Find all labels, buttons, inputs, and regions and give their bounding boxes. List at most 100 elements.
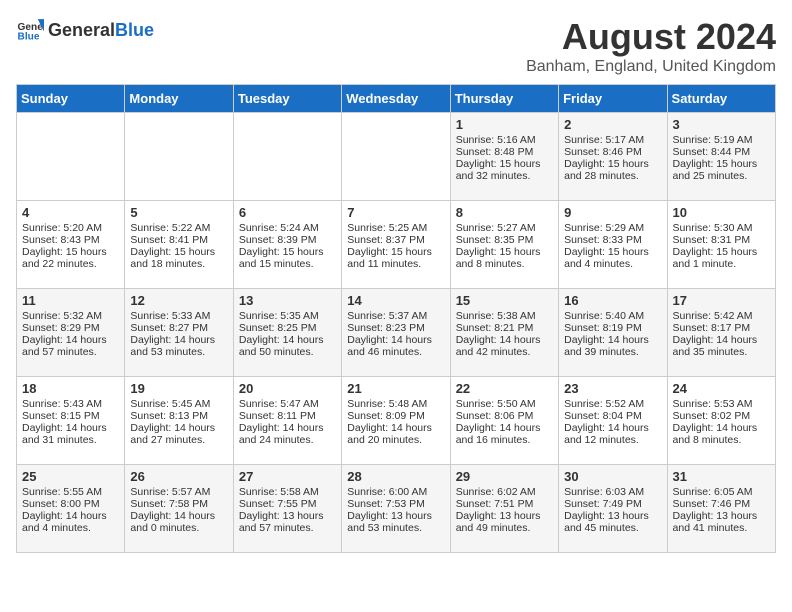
cell-content: Daylight: 15 hours [673, 158, 770, 170]
cell-content: Sunset: 8:41 PM [130, 234, 227, 246]
calendar-cell: 27Sunrise: 5:58 AMSunset: 7:55 PMDayligh… [233, 465, 341, 553]
cell-content: Sunrise: 5:53 AM [673, 398, 770, 410]
calendar-cell: 19Sunrise: 5:45 AMSunset: 8:13 PMDayligh… [125, 377, 233, 465]
cell-content: and 57 minutes. [22, 346, 119, 358]
day-number: 5 [130, 205, 227, 220]
cell-content: Sunset: 7:49 PM [564, 498, 661, 510]
cell-content: Daylight: 15 hours [130, 246, 227, 258]
cell-content: Sunset: 8:17 PM [673, 322, 770, 334]
day-number: 8 [456, 205, 553, 220]
cell-content: Sunset: 8:33 PM [564, 234, 661, 246]
cell-content: Sunset: 8:27 PM [130, 322, 227, 334]
calendar-table: SundayMondayTuesdayWednesdayThursdayFrid… [16, 84, 776, 553]
week-row-0: 1Sunrise: 5:16 AMSunset: 8:48 PMDaylight… [17, 113, 776, 201]
col-header-sunday: Sunday [17, 85, 125, 113]
cell-content: and 57 minutes. [239, 522, 336, 534]
cell-content: Sunrise: 5:38 AM [456, 310, 553, 322]
day-number: 1 [456, 117, 553, 132]
day-number: 25 [22, 469, 119, 484]
cell-content: Sunrise: 6:02 AM [456, 486, 553, 498]
cell-content: Daylight: 14 hours [130, 334, 227, 346]
cell-content: Daylight: 15 hours [456, 246, 553, 258]
day-number: 20 [239, 381, 336, 396]
cell-content: and 50 minutes. [239, 346, 336, 358]
cell-content: Sunset: 8:09 PM [347, 410, 444, 422]
logo: General Blue GeneralBlue [16, 16, 154, 44]
logo-icon: General Blue [16, 16, 44, 44]
calendar-cell: 16Sunrise: 5:40 AMSunset: 8:19 PMDayligh… [559, 289, 667, 377]
col-header-friday: Friday [559, 85, 667, 113]
day-number: 6 [239, 205, 336, 220]
cell-content: Daylight: 14 hours [22, 422, 119, 434]
cell-content: Daylight: 14 hours [22, 334, 119, 346]
calendar-cell: 4Sunrise: 5:20 AMSunset: 8:43 PMDaylight… [17, 201, 125, 289]
cell-content: Daylight: 15 hours [22, 246, 119, 258]
cell-content: and 11 minutes. [347, 258, 444, 270]
day-number: 11 [22, 293, 119, 308]
cell-content: and 53 minutes. [130, 346, 227, 358]
calendar-cell: 29Sunrise: 6:02 AMSunset: 7:51 PMDayligh… [450, 465, 558, 553]
cell-content: Daylight: 15 hours [564, 158, 661, 170]
cell-content: Daylight: 15 hours [564, 246, 661, 258]
cell-content: Sunset: 8:23 PM [347, 322, 444, 334]
calendar-cell: 26Sunrise: 5:57 AMSunset: 7:58 PMDayligh… [125, 465, 233, 553]
col-header-monday: Monday [125, 85, 233, 113]
cell-content: Daylight: 14 hours [564, 422, 661, 434]
day-number: 26 [130, 469, 227, 484]
day-number: 13 [239, 293, 336, 308]
cell-content: and 32 minutes. [456, 170, 553, 182]
cell-content: Sunrise: 5:43 AM [22, 398, 119, 410]
calendar-header-row: SundayMondayTuesdayWednesdayThursdayFrid… [17, 85, 776, 113]
cell-content: and 18 minutes. [130, 258, 227, 270]
week-row-1: 4Sunrise: 5:20 AMSunset: 8:43 PMDaylight… [17, 201, 776, 289]
cell-content: Sunrise: 5:27 AM [456, 222, 553, 234]
cell-content: Sunrise: 5:30 AM [673, 222, 770, 234]
calendar-cell [233, 113, 341, 201]
cell-content: Sunset: 8:04 PM [564, 410, 661, 422]
cell-content: Sunset: 8:46 PM [564, 146, 661, 158]
calendar-cell: 7Sunrise: 5:25 AMSunset: 8:37 PMDaylight… [342, 201, 450, 289]
logo-general: General [48, 20, 115, 41]
cell-content: Sunrise: 5:22 AM [130, 222, 227, 234]
cell-content: Sunrise: 5:29 AM [564, 222, 661, 234]
cell-content: Daylight: 14 hours [673, 334, 770, 346]
logo-blue: Blue [115, 20, 154, 41]
cell-content: Sunrise: 5:17 AM [564, 134, 661, 146]
title-block: August 2024 Banham, England, United King… [526, 16, 776, 76]
day-number: 2 [564, 117, 661, 132]
cell-content: Daylight: 14 hours [456, 422, 553, 434]
cell-content: Sunset: 7:46 PM [673, 498, 770, 510]
cell-content: Daylight: 15 hours [239, 246, 336, 258]
cell-content: and 24 minutes. [239, 434, 336, 446]
calendar-cell: 24Sunrise: 5:53 AMSunset: 8:02 PMDayligh… [667, 377, 775, 465]
day-number: 17 [673, 293, 770, 308]
day-number: 31 [673, 469, 770, 484]
cell-content: Sunrise: 5:52 AM [564, 398, 661, 410]
calendar-cell: 13Sunrise: 5:35 AMSunset: 8:25 PMDayligh… [233, 289, 341, 377]
cell-content: Sunset: 8:29 PM [22, 322, 119, 334]
cell-content: Sunset: 8:35 PM [456, 234, 553, 246]
day-number: 12 [130, 293, 227, 308]
cell-content: Sunset: 8:02 PM [673, 410, 770, 422]
cell-content: Sunrise: 6:05 AM [673, 486, 770, 498]
calendar-cell: 22Sunrise: 5:50 AMSunset: 8:06 PMDayligh… [450, 377, 558, 465]
cell-content: Sunrise: 5:42 AM [673, 310, 770, 322]
cell-content: Daylight: 14 hours [239, 334, 336, 346]
col-header-tuesday: Tuesday [233, 85, 341, 113]
calendar-cell: 21Sunrise: 5:48 AMSunset: 8:09 PMDayligh… [342, 377, 450, 465]
cell-content: Daylight: 14 hours [347, 334, 444, 346]
calendar-cell: 1Sunrise: 5:16 AMSunset: 8:48 PMDaylight… [450, 113, 558, 201]
cell-content: and 25 minutes. [673, 170, 770, 182]
cell-content: and 0 minutes. [130, 522, 227, 534]
calendar-cell: 25Sunrise: 5:55 AMSunset: 8:00 PMDayligh… [17, 465, 125, 553]
day-number: 23 [564, 381, 661, 396]
cell-content: and 4 minutes. [22, 522, 119, 534]
cell-content: and 41 minutes. [673, 522, 770, 534]
day-number: 19 [130, 381, 227, 396]
calendar-cell: 9Sunrise: 5:29 AMSunset: 8:33 PMDaylight… [559, 201, 667, 289]
calendar-cell: 8 Sunrise: 5:27 AMSunset: 8:35 PMDaylight… [450, 201, 558, 289]
cell-content: Daylight: 14 hours [456, 334, 553, 346]
cell-content: and 4 minutes. [564, 258, 661, 270]
cell-content: Sunset: 8:25 PM [239, 322, 336, 334]
calendar-cell: 14Sunrise: 5:37 AMSunset: 8:23 PMDayligh… [342, 289, 450, 377]
